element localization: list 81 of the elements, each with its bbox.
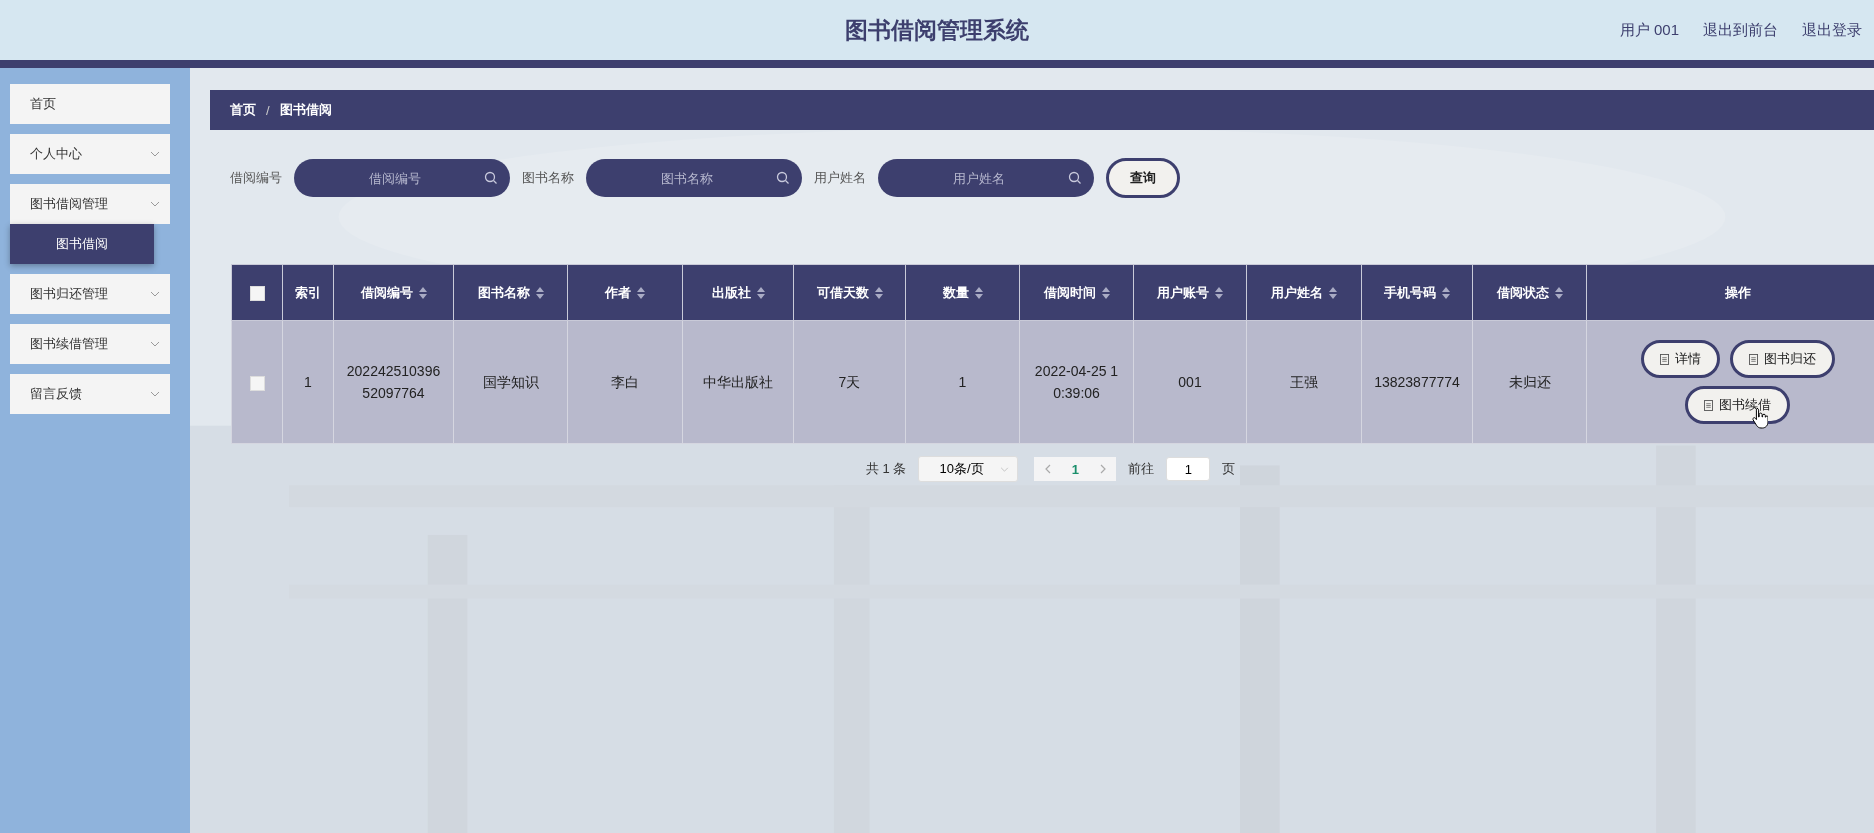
sort-icon	[535, 286, 544, 299]
search-icon	[1068, 171, 1082, 185]
row-checkbox[interactable]	[249, 375, 265, 391]
field-label: 借阅编号	[230, 169, 282, 187]
sort-icon	[874, 286, 883, 299]
table-cell: 国学知识	[453, 320, 568, 444]
page-size-select[interactable]: 10条/页	[918, 456, 1019, 482]
sort-icon	[974, 286, 983, 299]
breadcrumb-link[interactable]: 首页	[230, 101, 256, 119]
sort-icon	[756, 286, 765, 299]
column-header[interactable]: 数量	[905, 264, 1020, 321]
table-cell: 13823877774	[1361, 320, 1473, 444]
table-cell: 001	[1133, 320, 1247, 444]
column-header[interactable]: 作者	[567, 264, 683, 321]
breadcrumb-separator: /	[266, 102, 270, 118]
menu-item[interactable]: 图书续借管理	[10, 324, 170, 364]
sort-icon	[1329, 286, 1337, 299]
chevron-icon	[1000, 466, 1010, 472]
action-button[interactable]: 图书归还	[1729, 340, 1835, 378]
table-cell: 7天	[793, 320, 906, 444]
chevron-icon	[150, 151, 160, 157]
column-header[interactable]: 用户账号	[1133, 264, 1247, 321]
column-header[interactable]: 操作	[1586, 264, 1874, 321]
chevron-icon	[150, 341, 160, 347]
search-field[interactable]: 用户姓名	[878, 159, 1094, 197]
sort-icon	[1554, 286, 1563, 299]
column-header[interactable]: 借阅时间	[1019, 264, 1134, 321]
document-icon	[1704, 399, 1713, 411]
page-number[interactable]: 1	[1071, 461, 1080, 477]
sort-icon	[637, 286, 645, 299]
table-cell: 1	[905, 320, 1020, 444]
table-cell: 中华出版社	[682, 320, 794, 444]
table-cell: 20224251039652097764	[333, 320, 454, 444]
search-field[interactable]: 图书名称	[586, 159, 802, 197]
table-cell: 2022-04-25 10:39:06	[1019, 320, 1134, 444]
document-icon	[1748, 353, 1758, 365]
column-header[interactable]: 借阅状态	[1472, 264, 1587, 321]
chevron-icon	[150, 201, 160, 207]
app-title: 图书借阅管理系统	[845, 15, 1029, 45]
column-header[interactable]: 出版社	[682, 264, 794, 321]
table-cell: 李白	[567, 320, 683, 444]
column-header[interactable]: 用户姓名	[1246, 264, 1362, 321]
menu-item[interactable]: 留言反馈	[10, 374, 170, 414]
table-cell: 王强	[1246, 320, 1362, 444]
previous-page-icon[interactable]	[1044, 464, 1051, 474]
column-header[interactable]: 借阅编号	[333, 264, 454, 321]
action-button[interactable]: 详情	[1640, 340, 1720, 378]
field-label: 图书名称	[522, 169, 574, 187]
sort-icon	[1215, 286, 1223, 299]
page-jump-field[interactable]: 1	[1166, 457, 1211, 481]
column-header[interactable]: 图书名称	[453, 264, 568, 321]
chevron-icon	[150, 291, 160, 297]
submenu-item[interactable]: 图书借阅	[10, 224, 154, 264]
menu-item[interactable]: 图书归还管理	[10, 274, 170, 314]
header-link[interactable]: 用户 001	[1619, 20, 1679, 40]
sort-icon	[1101, 286, 1110, 299]
sort-icon	[1442, 286, 1450, 299]
table-cell: 未归还	[1472, 320, 1587, 444]
menu-item[interactable]: 个人中心	[10, 134, 170, 174]
menu-item[interactable]: 图书借阅管理	[10, 184, 170, 224]
table-cell: 1	[282, 320, 334, 444]
column-header[interactable]: 可借天数	[793, 264, 906, 321]
column-header[interactable]: 索引	[282, 264, 334, 321]
search-field[interactable]: 借阅编号	[294, 159, 510, 197]
header-link[interactable]: 退出登录	[1802, 20, 1862, 40]
jump-label: 前往	[1128, 460, 1155, 478]
field-label: 用户姓名	[814, 169, 866, 187]
breadcrumb-link[interactable]: 图书借阅	[279, 101, 332, 119]
sort-icon	[418, 286, 427, 299]
search-button[interactable]: 查询	[1106, 158, 1180, 198]
chevron-icon	[150, 391, 160, 397]
header-link[interactable]: 退出到前台	[1703, 20, 1778, 40]
page-suffix: 页	[1222, 460, 1236, 478]
search-icon	[484, 171, 498, 185]
column-header[interactable]: 手机号码	[1361, 264, 1473, 321]
select-all-checkbox[interactable]	[249, 285, 265, 301]
menu-item[interactable]: 首页	[10, 84, 170, 124]
next-page-icon[interactable]	[1100, 464, 1106, 474]
search-icon	[776, 171, 790, 185]
total-count: 共 1 条	[866, 460, 907, 478]
document-icon	[1659, 353, 1669, 365]
